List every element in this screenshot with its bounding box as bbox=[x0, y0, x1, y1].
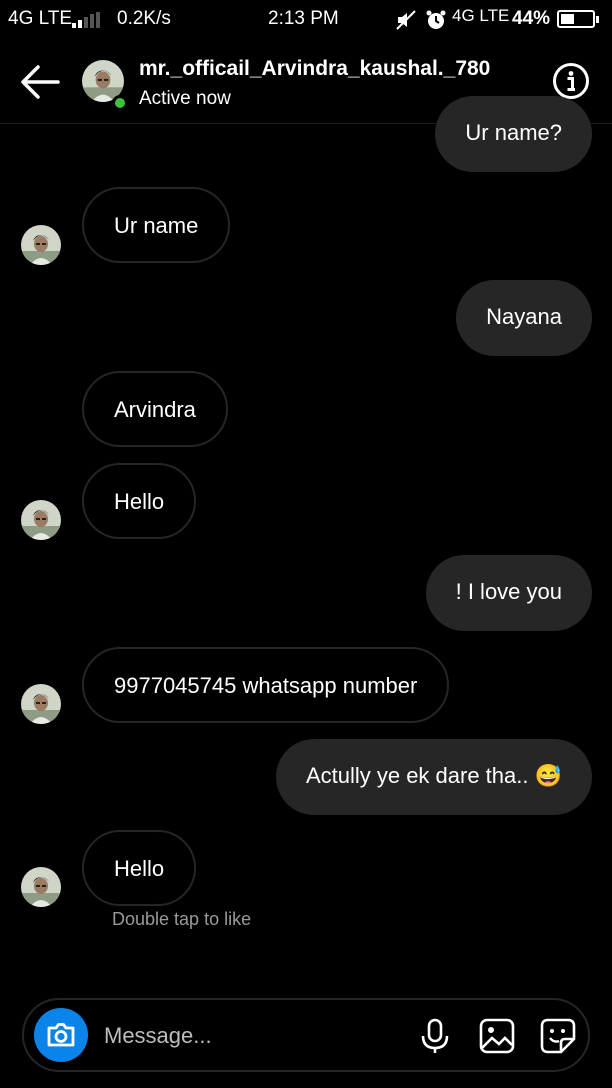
active-status: Active now bbox=[139, 88, 231, 109]
status-bar: 4G LTE 0.2K/s 2:13 PM 4G LTE 44% bbox=[0, 0, 612, 40]
message-bubble-incoming[interactable]: 9977045745 whatsapp number bbox=[82, 647, 450, 723]
message-bubble-incoming[interactable]: Hello bbox=[82, 463, 197, 539]
avatar[interactable] bbox=[21, 684, 61, 724]
avatar[interactable] bbox=[21, 867, 61, 907]
network-type-left: 4G LTE bbox=[8, 8, 73, 29]
image-icon bbox=[479, 1018, 515, 1054]
camera-icon bbox=[47, 1023, 75, 1047]
message-bubble-outgoing[interactable]: Ur name? bbox=[435, 96, 592, 172]
message-bubble-incoming[interactable]: Ur name bbox=[82, 187, 231, 263]
sticker-icon bbox=[540, 1018, 576, 1054]
sticker-button[interactable] bbox=[539, 1017, 577, 1055]
mute-icon bbox=[395, 9, 417, 31]
avatar[interactable] bbox=[21, 225, 61, 265]
voice-button[interactable] bbox=[416, 1017, 454, 1055]
message-bubble-outgoing[interactable]: ! I love you bbox=[425, 555, 592, 631]
chat-username[interactable]: mr._officail_Arvindra_kaushal._780 bbox=[139, 57, 490, 81]
message-bubble-outgoing[interactable]: Nayana bbox=[456, 280, 592, 356]
gallery-button[interactable] bbox=[478, 1017, 516, 1055]
message-bubble-outgoing[interactable]: Actully ye ek dare tha.. 😅 bbox=[275, 739, 592, 815]
clock: 2:13 PM bbox=[268, 8, 339, 29]
info-icon bbox=[553, 63, 589, 99]
avatar[interactable] bbox=[21, 500, 61, 540]
message-input[interactable] bbox=[102, 1014, 406, 1058]
battery-icon bbox=[557, 10, 599, 28]
network-type-right: 4G LTE bbox=[452, 6, 510, 25]
battery-percent: 44% bbox=[512, 8, 551, 29]
alarm-icon bbox=[425, 9, 447, 31]
back-button[interactable] bbox=[18, 62, 62, 102]
online-indicator bbox=[112, 95, 128, 111]
message-composer bbox=[22, 998, 590, 1072]
signal-icon bbox=[72, 12, 104, 28]
microphone-icon bbox=[421, 1018, 449, 1053]
message-bubble-incoming[interactable]: Arvindra bbox=[82, 371, 228, 447]
back-arrow-icon bbox=[21, 65, 60, 99]
info-button[interactable] bbox=[552, 62, 590, 100]
message-bubble-incoming[interactable]: Hello bbox=[82, 830, 197, 906]
camera-button[interactable] bbox=[34, 1008, 88, 1062]
network-speed: 0.2K/s bbox=[117, 8, 171, 29]
double-tap-hint: Double tap to like bbox=[112, 909, 252, 929]
